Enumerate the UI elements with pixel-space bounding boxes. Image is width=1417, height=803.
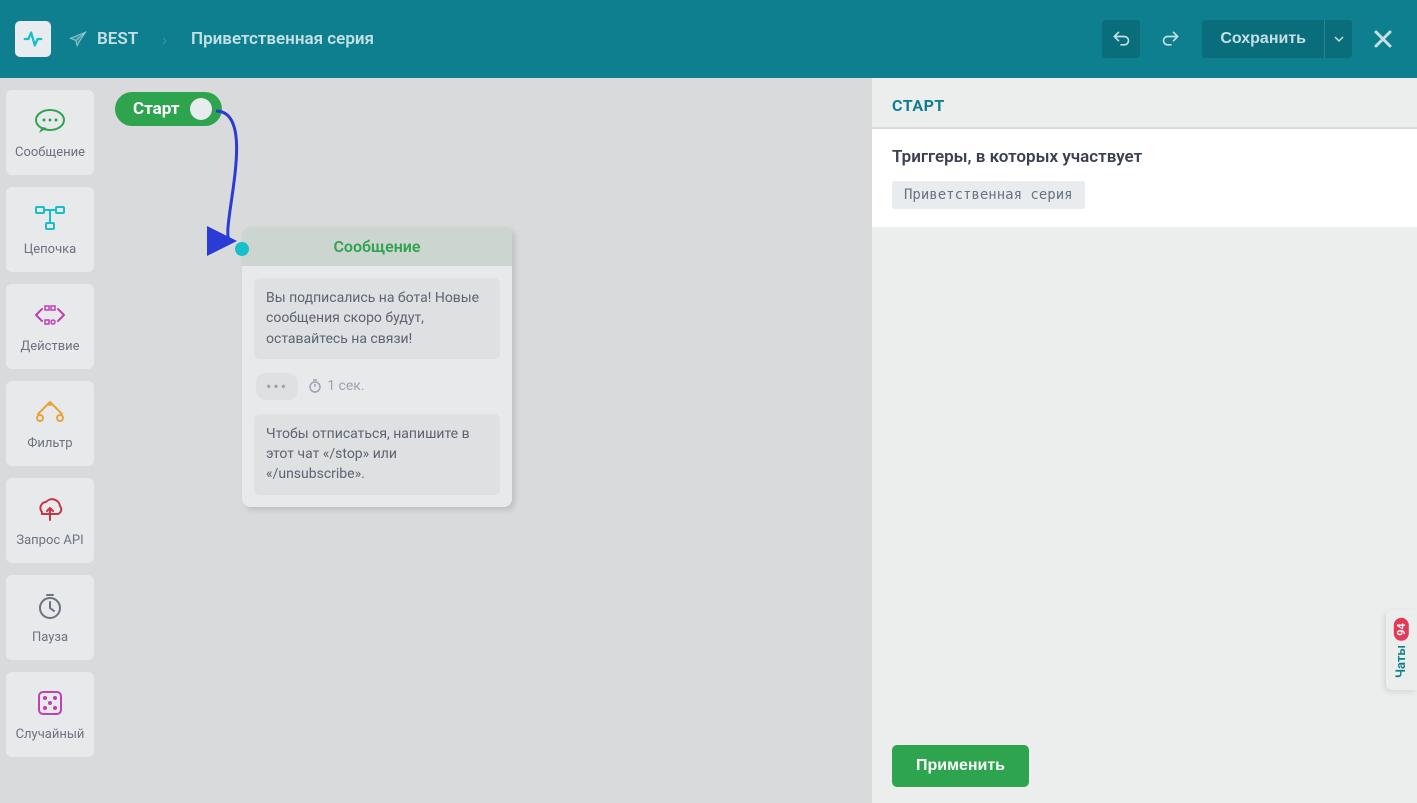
- dice-icon: [34, 687, 66, 719]
- close-icon: [1371, 27, 1395, 51]
- filter-icon: [34, 396, 66, 428]
- start-node[interactable]: Старт: [115, 92, 222, 126]
- apply-button[interactable]: Применить: [892, 745, 1029, 787]
- panel-footer: Применить: [872, 729, 1417, 803]
- palette-chain[interactable]: Цепочка: [6, 187, 94, 272]
- chain-icon: [34, 202, 66, 234]
- chat-widget[interactable]: 94 Чаты: [1386, 610, 1417, 690]
- palette-pause[interactable]: Пауза: [6, 575, 94, 660]
- breadcrumb: BEST › Приветственная серия: [69, 29, 374, 49]
- palette-message[interactable]: Сообщение: [6, 90, 94, 175]
- action-icon: [34, 299, 66, 331]
- undo-icon: [1111, 29, 1131, 49]
- save-group: Сохранить: [1202, 20, 1352, 58]
- breadcrumb-bot[interactable]: BEST: [69, 29, 138, 49]
- palette-api[interactable]: Запрос API: [6, 478, 94, 563]
- start-output-port[interactable]: [190, 98, 212, 120]
- timing-text: 1 сек.: [308, 378, 364, 394]
- sidebar-item-label: Сообщение: [15, 145, 85, 160]
- sidebar-item-label: Запрос API: [16, 533, 83, 548]
- app-header: BEST › Приветственная серия Сохранить: [0, 0, 1417, 78]
- message-node-title: Сообщение: [242, 227, 512, 266]
- properties-panel: СТАРТ Триггеры, в которых участвует Прив…: [872, 78, 1417, 803]
- message-node[interactable]: Сообщение Вы подписались на бота! Новые …: [242, 227, 512, 507]
- message-icon: [34, 105, 66, 137]
- header-right: Сохранить: [1102, 20, 1402, 58]
- bot-name: BEST: [97, 29, 138, 49]
- chevron-down-icon: [1334, 34, 1344, 44]
- breadcrumb-flow: Приветственная серия: [191, 29, 374, 49]
- clock-icon: [34, 590, 66, 622]
- trigger-tag[interactable]: Приветственная серия: [892, 181, 1085, 209]
- close-button[interactable]: [1364, 20, 1402, 58]
- palette-action[interactable]: Действие: [6, 284, 94, 369]
- save-dropdown-button[interactable]: [1324, 20, 1352, 58]
- message-block-1: Вы подписались на бота! Новые сообщения …: [254, 278, 500, 359]
- sidebar-item-label: Пауза: [32, 630, 68, 645]
- panel-title: СТАРТ: [872, 78, 1417, 129]
- typing-indicator-icon: •••: [256, 373, 298, 400]
- sidebar-item-label: Случайный: [16, 727, 85, 742]
- sidebar-item-label: Действие: [20, 339, 79, 354]
- sidebar-item-label: Фильтр: [27, 436, 72, 451]
- undo-button[interactable]: [1102, 20, 1140, 58]
- cloud-icon: [34, 493, 66, 525]
- triggers-section: Триггеры, в которых участвует Приветстве…: [872, 129, 1417, 227]
- telegram-icon: [69, 30, 87, 48]
- message-node-body: Вы подписались на бота! Новые сообщения …: [242, 266, 512, 507]
- message-block-2: Чтобы отписаться, напишите в этот чат «/…: [254, 414, 500, 495]
- node-palette: Сообщение Цепочка Действие Фильтр Запрос…: [0, 78, 105, 803]
- redo-icon: [1161, 29, 1181, 49]
- logo-icon: [22, 28, 44, 50]
- breadcrumb-separator: ›: [162, 30, 167, 49]
- chat-badge: 94: [1394, 618, 1409, 641]
- message-input-port[interactable]: [235, 242, 249, 256]
- sidebar-item-label: Цепочка: [24, 242, 77, 257]
- flow-name: Приветственная серия: [191, 29, 374, 49]
- stopwatch-icon: [308, 379, 322, 393]
- header-left: BEST › Приветственная серия: [15, 21, 374, 57]
- message-timing-row: ••• 1 сек.: [254, 369, 500, 404]
- chat-label: Чаты: [1394, 645, 1409, 678]
- triggers-section-title: Триггеры, в которых участвует: [892, 147, 1397, 167]
- palette-filter[interactable]: Фильтр: [6, 381, 94, 466]
- redo-button[interactable]: [1152, 20, 1190, 58]
- app-logo[interactable]: [15, 21, 51, 57]
- save-button[interactable]: Сохранить: [1202, 20, 1324, 58]
- palette-random[interactable]: Случайный: [6, 672, 94, 757]
- start-label: Старт: [133, 99, 180, 119]
